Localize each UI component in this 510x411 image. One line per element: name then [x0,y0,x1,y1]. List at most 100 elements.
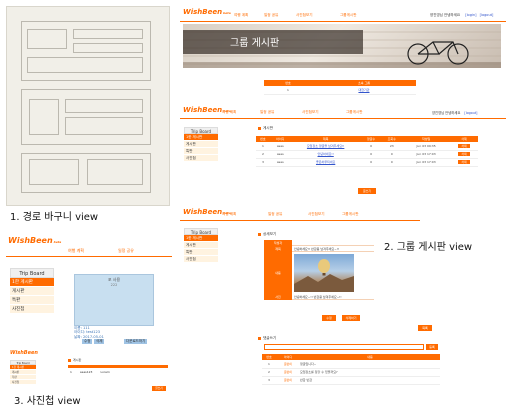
group-table: 번호 소속 그룹 1 대한기관 [264,80,416,95]
nav-trip-plan[interactable]: 여행 계획 [222,110,236,115]
menu-item[interactable]: 게시판 [10,287,54,296]
photo-subtitle: 222 [110,283,118,287]
comment-table: 번호 아이디 내용 1 글쓴이 댓글입니다~ 2 글쓴이 모임장소를 정할 수 … [262,354,440,385]
cell: asas123 [79,370,93,374]
delete-button[interactable]: 삭제 [458,160,470,164]
photo-label: 사진 [264,294,292,300]
cell: 23 [381,142,403,151]
logo[interactable]: WishBeenbeta [183,8,231,16]
delete-cell: 삭제 [449,142,478,151]
menu-item[interactable]: 게시판 [184,141,218,148]
header-divider [180,118,506,119]
photo-edit-button[interactable]: 수정 [82,339,93,344]
logo[interactable]: WishBeenbeta [8,236,61,245]
menu-item[interactable]: 특판 [184,148,218,155]
delete-cell: 삭제 [449,150,478,159]
trip-board-menu: Trip Board 1한 게시판 게시판 특판 사진첩 [184,228,218,263]
cell: 3 [262,376,276,385]
post-title-link[interactable]: 안녕하세요!! [290,150,361,159]
content-label: 내용 [264,252,292,294]
mini-heading: 게시판 [68,358,81,362]
nav-group-board[interactable]: 그룹게시판 [342,212,359,217]
photo-delete-button[interactable]: 삭제 [94,339,105,344]
group-row-name[interactable]: 대한기관 [311,86,416,95]
cell: 모임장소를 정할 수 있을까요? [300,368,440,377]
post-title-link[interactable]: 모임장소 댓글을 남겨주세요!! [290,142,361,151]
menu-item[interactable]: 1한 게시판 [184,235,218,242]
hot-air-balloon-illustration [294,259,354,292]
menu-item[interactable]: 사진첩 [10,380,36,385]
cell: asas [269,150,291,159]
cell: 1 [70,370,72,374]
cell: 0 [360,158,382,167]
nav-trip-plan[interactable]: 여행 계획 [222,212,236,217]
header-divider [180,220,420,221]
table-row: 2 글쓴이 모임장소를 정할 수 있을까요? [262,368,440,377]
list-button[interactable]: 목록 [418,325,432,331]
menu-item[interactable]: 1한 게시판 [10,278,54,287]
mini-write-button[interactable]: 글쓰기 [152,386,166,391]
write-button[interactable]: 글쓰기 [358,188,376,194]
photo-card[interactable]: 포 사용 222 [74,274,154,326]
nav-trip-plan[interactable]: 여행 계획 [234,13,248,18]
edit-button[interactable]: 수정 [322,315,336,321]
delete-button[interactable]: 삭제 [458,143,470,148]
nav-photo-album[interactable]: 사진첩보기 [296,13,313,18]
table-row[interactable]: 1 대한기관 [264,86,416,95]
square-icon [258,232,261,236]
comment-submit-button[interactable]: 등록 [426,344,438,350]
cell: Lorem [100,370,110,374]
cell: Jun 03 09:35 [402,142,450,151]
nav-group-board[interactable]: 그룹게시판 [346,110,363,115]
cell: Jun 03 17:03 [402,158,450,167]
caption-route: 1. 경로 바구니 view [10,212,99,223]
delete-button[interactable]: 삭제 [458,152,470,156]
balloon-landscape-photo [294,254,354,292]
trip-board-title: Trip Board [10,268,54,278]
cell: asas [269,158,291,167]
banner-title: 그룹 게시판 [230,38,280,49]
board-heading: 게시판 [258,126,273,131]
content-value: 안녕하세요~!! 반갑용 남겨주세요~!! [292,294,374,300]
delete-post-button[interactable]: 삭제하기 [342,315,360,321]
nav-schedule[interactable]: 일정 공유 [260,110,274,115]
menu-item[interactable]: 사진첩 [10,305,54,314]
photo-download-button[interactable]: 다운로드하기 [124,339,148,344]
trip-board-menu: Trip Board 1한 게시판 게시판 특판 사진첩 [10,268,54,314]
cell: 0 [360,150,382,159]
nav-schedule[interactable]: 일정 공유 [118,248,134,254]
logout-link[interactable]: [logout] [480,13,494,17]
logo[interactable]: WishBeen [10,350,38,356]
nav-schedule[interactable]: 일정 공유 [268,212,282,217]
table-row[interactable]: 1 asas123 Lorem [70,370,166,374]
logout-link[interactable]: [logout] [464,111,477,115]
cell: 글쓴이 [276,376,300,385]
comment-input[interactable] [264,344,424,350]
nav-group-board[interactable]: 그룹게시판 [340,13,357,18]
menu-item[interactable]: 사진첩 [184,155,218,162]
caption-photo: 3. 사진첩 view [14,396,81,407]
cell: 1 [256,142,270,151]
group-board-page: WishBeenbeta 여행 계획 일정 공유 사진첩보기 그룹게시판 양진영… [180,4,506,112]
post-title-link[interactable]: 좋은하루되세요 [290,158,361,167]
menu-item[interactable]: 1한 게시판 [184,134,218,141]
nav-photo-album[interactable]: 사진첩보기 [302,110,319,115]
menu-item[interactable]: 게시판 [184,242,218,249]
nav-schedule[interactable]: 일정 공유 [264,13,278,18]
table-row: 3 글쓴이 반갑 반갑 [262,376,440,385]
menu-item[interactable]: 특판 [184,249,218,256]
trip-board-title: Trip Board [184,127,218,134]
user-greeting: 양진영님 안녕하세요 [430,13,461,17]
login-link[interactable]: [login] [465,13,476,17]
cell: 0 [360,142,382,151]
table-row[interactable]: 3 asas 좋은하루되세요 0 0 Jun 03 17:03 삭제 [256,158,478,167]
title-value: 안녕하세요!! 반갑용 남겨주세요~!! [292,246,374,252]
menu-item[interactable]: 사진첩 [184,256,218,263]
nav-trip-plan[interactable]: 여행 계획 [68,248,84,254]
table-row[interactable]: 1 asas 모임장소 댓글을 남겨주세요!! 0 23 Jun 03 09:3… [256,142,478,151]
table-row[interactable]: 2 asas 안녕하세요!! 0 0 Jun 03 17:03 삭제 [256,150,478,159]
nav-photo-album[interactable]: 사진첩보기 [308,212,325,217]
square-icon [258,336,261,340]
mini-table-header [68,365,168,368]
menu-item[interactable]: 특판 [10,296,54,305]
